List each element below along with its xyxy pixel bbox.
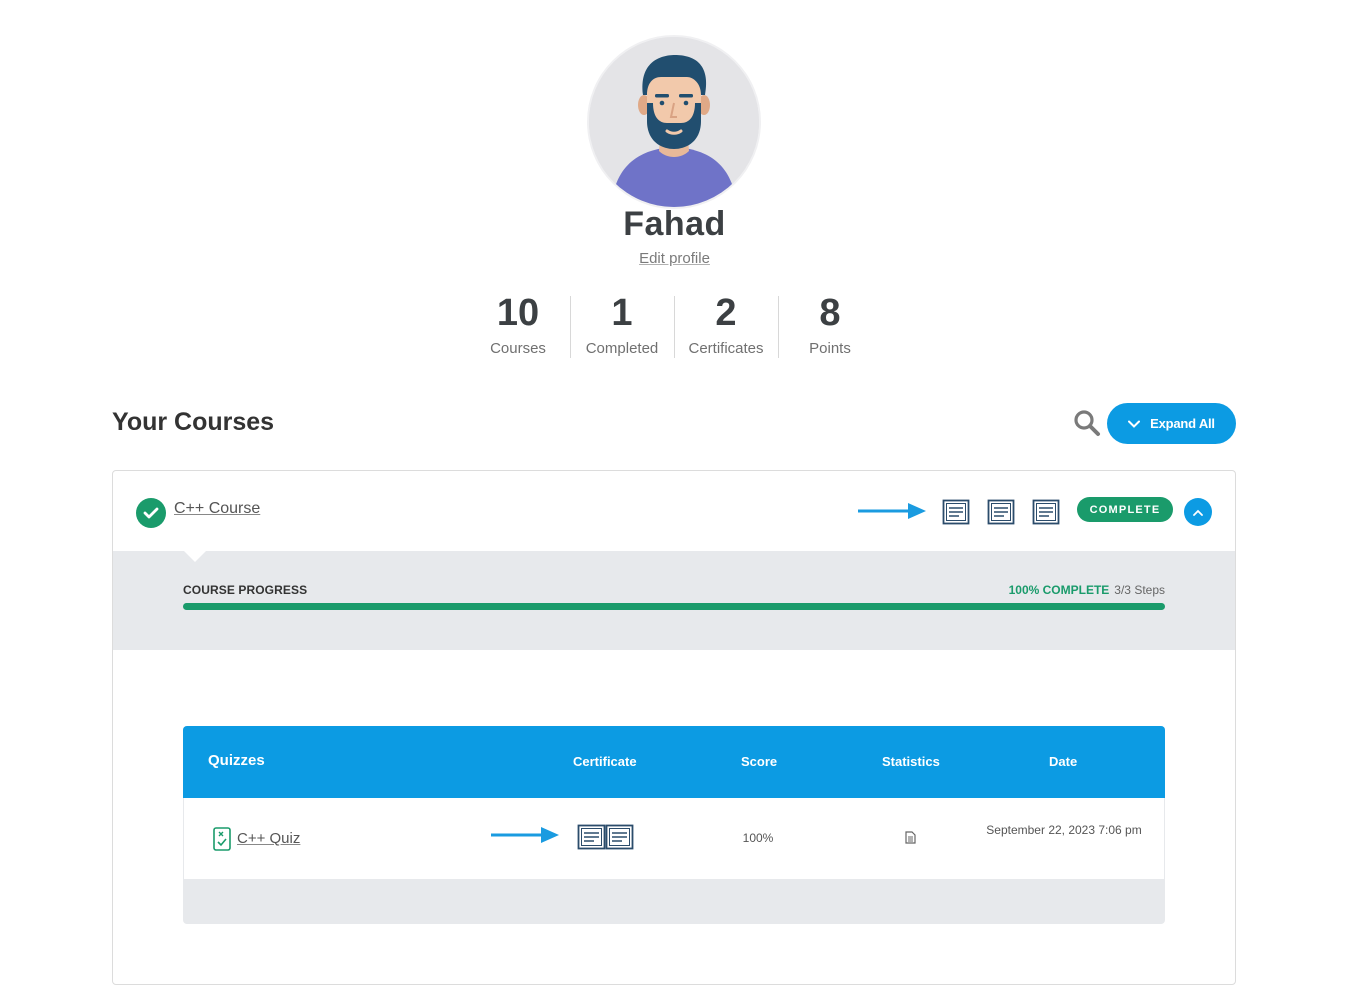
course-card: C++ Course COMPLETE COURSE PROGRESS 100%…: [112, 470, 1236, 985]
column-header-certificate: Certificate: [573, 754, 637, 769]
quizzes-table: Quizzes Certificate Score Statistics Dat…: [183, 726, 1165, 924]
stat-label: Points: [809, 340, 851, 357]
quiz-date: September 22, 2023 7:06 pm: [986, 823, 1142, 837]
stat-points: 8 Points: [778, 290, 882, 362]
stat-label: Certificates: [688, 340, 764, 357]
edit-profile-link[interactable]: Edit profile: [639, 250, 710, 267]
stat-label: Completed: [585, 340, 659, 357]
avatar-illustration: [589, 37, 759, 207]
profile-stats: 10 Courses 1 Completed 2 Certificates 8 …: [466, 290, 883, 362]
column-header-score: Score: [741, 754, 778, 769]
stat-value: 10: [496, 292, 540, 334]
course-progress: COURSE PROGRESS 100% COMPLETE 3/3 Steps: [113, 550, 1235, 650]
table-row: C++ Quiz 100% September 22, 2023 7:06 pm: [184, 798, 1164, 879]
certificate-icon[interactable]: [987, 499, 1015, 525]
stat-value: 1: [611, 292, 633, 334]
chevron-down-icon: [1128, 420, 1141, 428]
stat-completed: 1 Completed: [570, 290, 674, 362]
arrow-right-icon: [858, 503, 926, 519]
stat-value: 2: [715, 292, 737, 334]
progress-status: 100% COMPLETE 3/3 Steps: [1009, 583, 1165, 597]
column-header-statistics: Statistics: [882, 754, 940, 769]
course-header[interactable]: C++ Course COMPLETE: [113, 471, 1235, 551]
column-header-date: Date: [1049, 754, 1078, 769]
quiz-icon: [213, 827, 231, 851]
progress-label: COURSE PROGRESS: [183, 583, 308, 597]
stat-label: Courses: [490, 340, 546, 357]
quiz-score: 100%: [742, 831, 774, 845]
column-header-quizzes: Quizzes: [208, 752, 265, 769]
status-badge: COMPLETE: [1077, 497, 1173, 522]
statistics-icon[interactable]: [905, 831, 916, 844]
profile-name: Fahad: [623, 205, 726, 243]
progress-steps: 3/3 Steps: [1114, 583, 1165, 597]
expand-all-label: Expand All: [1150, 416, 1215, 431]
course-title-link[interactable]: C++ Course: [174, 500, 260, 518]
expand-all-button[interactable]: Expand All: [1107, 403, 1236, 444]
stat-courses: 10 Courses: [466, 290, 570, 362]
quiz-title-link[interactable]: C++ Quiz: [237, 830, 300, 847]
collapse-button[interactable]: [1184, 498, 1212, 526]
quizzes-table-header: Quizzes Certificate Score Statistics Dat…: [183, 726, 1165, 798]
check-icon: [136, 498, 166, 528]
section-title: Your Courses: [112, 408, 275, 436]
stat-value: 8: [819, 292, 841, 334]
progress-percent: 100% COMPLETE: [1008, 583, 1110, 597]
avatar: [589, 37, 759, 207]
certificate-icon[interactable]: [577, 824, 634, 850]
search-icon[interactable]: [1073, 409, 1101, 437]
certificate-icon[interactable]: [1032, 499, 1060, 525]
certificate-icon[interactable]: [942, 499, 970, 525]
stat-certificates: 2 Certificates: [674, 290, 778, 362]
progress-bar-fill: [183, 603, 1165, 610]
chevron-up-icon: [1193, 509, 1203, 516]
progress-notch: [183, 550, 207, 562]
progress-bar: [183, 603, 1165, 610]
arrow-right-icon: [491, 827, 559, 843]
